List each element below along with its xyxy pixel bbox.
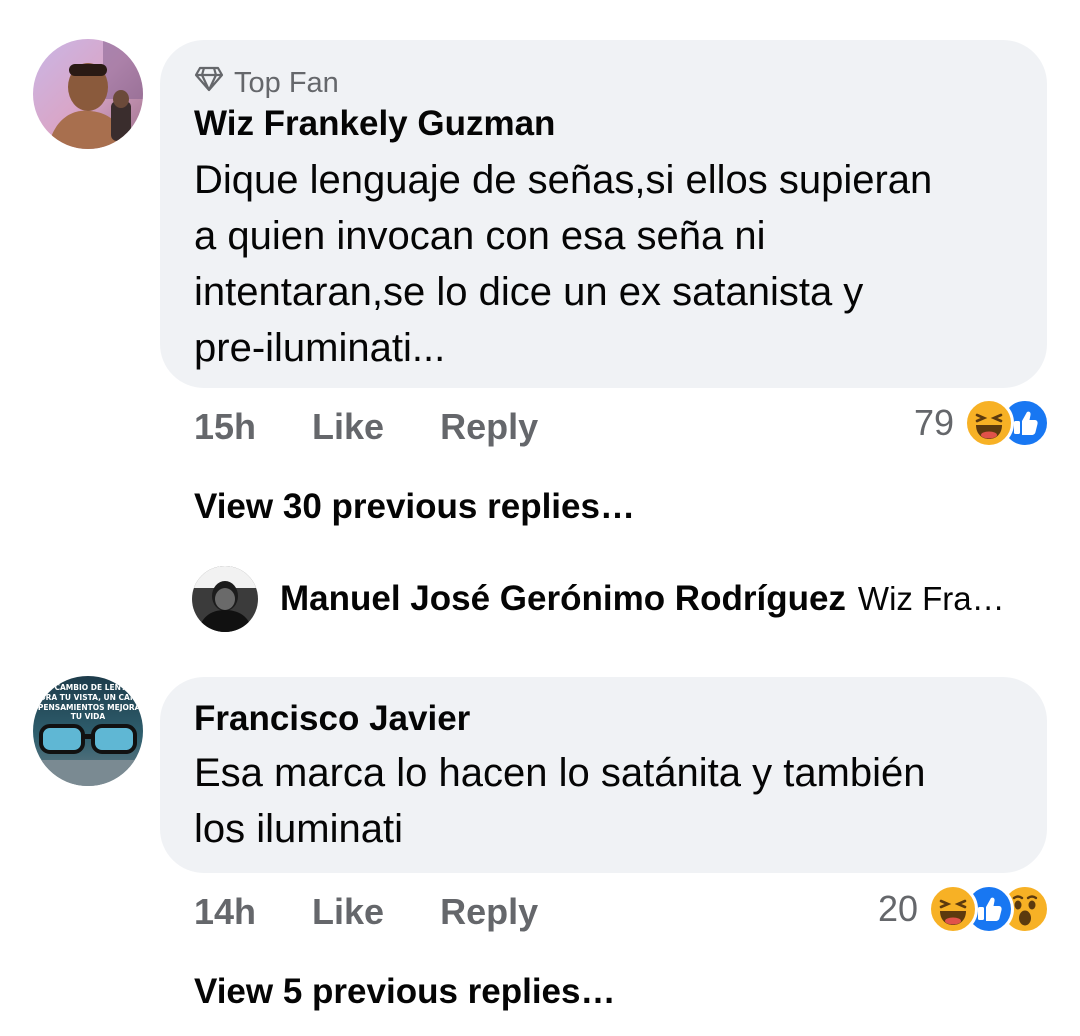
reaction-summary[interactable]: 79: [914, 398, 1050, 448]
view-previous-replies-link[interactable]: View 5 previous replies…: [194, 972, 616, 1012]
reply-button[interactable]: Reply: [440, 891, 538, 933]
haha-icon: [964, 398, 1014, 448]
svg-text:MEJORA TU VISTA, UN CAMBIO: MEJORA TU VISTA, UN CAMBIO: [33, 693, 143, 702]
comment-bubble: Francisco Javier Esa marca lo hacen lo s…: [160, 677, 1047, 873]
reaction-summary[interactable]: 20: [878, 884, 1050, 934]
comment-text: Esa marca lo hacen lo satánita y también…: [194, 745, 1047, 857]
reply-preview[interactable]: Manuel José Gerónimo Rodríguez Wiz Fra…: [192, 565, 1005, 633]
reply-snippet: Wiz Fra…: [857, 580, 1005, 617]
comment-line: intentaran,se lo dice un ex satanista y: [194, 270, 864, 314]
svg-text:DE PENSAMIENTOS MEJORARA: DE PENSAMIENTOS MEJORARA: [33, 703, 143, 712]
like-button[interactable]: Like: [312, 891, 384, 933]
comment-line: a quien invocan con esa seña ni: [194, 214, 766, 258]
reaction-count: 20: [877, 888, 918, 929]
comment-author[interactable]: Wiz Frankely Guzman: [194, 104, 1047, 144]
comment-line: los iluminati: [194, 807, 403, 851]
badge-label: Top Fan: [234, 66, 339, 99]
comment-line: pre-iluminati...: [194, 326, 446, 370]
top-fan-badge: Top Fan: [194, 64, 1047, 102]
avatar[interactable]: UN CAMBIO DE LENTES MEJORA TU VISTA, UN …: [33, 676, 143, 786]
comment-line: Dique lenguaje de señas,si ellos supiera…: [194, 158, 933, 202]
haha-icon: [928, 884, 978, 934]
timestamp[interactable]: 15h: [194, 406, 256, 448]
comment-text: Dique lenguaje de señas,si ellos supiera…: [194, 152, 1047, 376]
avatar[interactable]: [33, 39, 143, 149]
comment-actions: 14h Like Reply: [194, 891, 538, 933]
comment-author[interactable]: Francisco Javier: [194, 699, 1047, 739]
comment-bubble: Top Fan Wiz Frankely Guzman Dique lengua…: [160, 40, 1047, 388]
reply-author[interactable]: Manuel José Gerónimo Rodríguez: [280, 579, 846, 619]
avatar[interactable]: [192, 566, 258, 632]
reply-button[interactable]: Reply: [440, 406, 538, 448]
reaction-count: 79: [913, 402, 954, 443]
view-previous-replies-link[interactable]: View 30 previous replies…: [194, 487, 635, 527]
diamond-icon: [194, 66, 224, 100]
like-button[interactable]: Like: [312, 406, 384, 448]
svg-text:UN CAMBIO DE LENTES: UN CAMBIO DE LENTES: [39, 683, 136, 692]
comment-line: Esa marca lo hacen lo satánita y también: [194, 751, 926, 795]
comment-actions: 15h Like Reply: [194, 406, 538, 448]
timestamp[interactable]: 14h: [194, 891, 256, 933]
svg-text:TU VIDA: TU VIDA: [71, 712, 106, 721]
